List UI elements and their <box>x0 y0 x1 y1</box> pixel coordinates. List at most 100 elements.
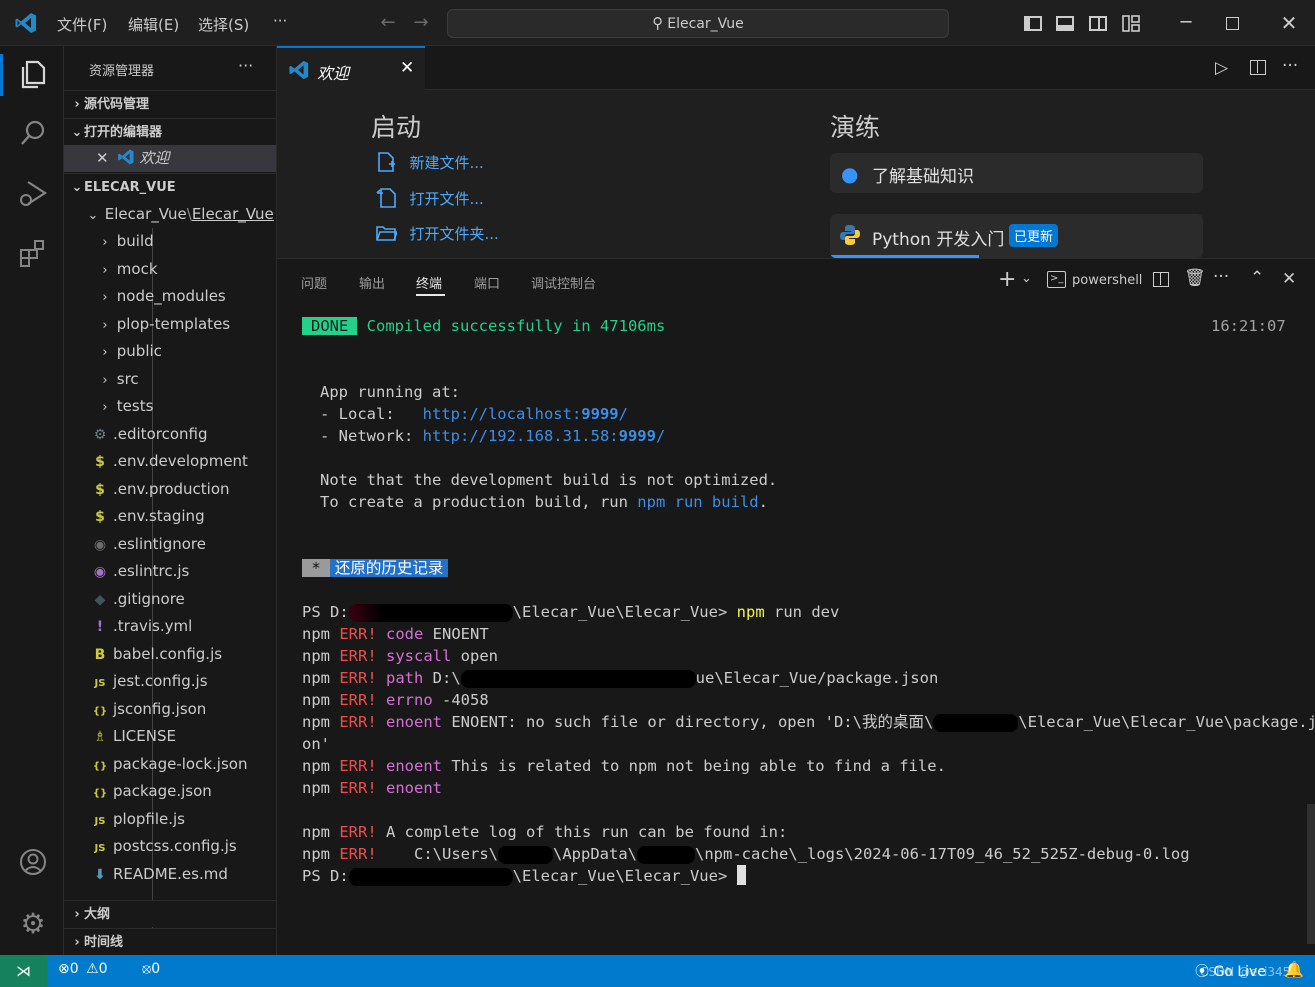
file-license[interactable]: ♗ LICENSE <box>64 723 276 750</box>
new-file-label: 新建文件... <box>409 154 484 172</box>
tab-ports[interactable]: 端口 <box>474 273 500 292</box>
account-icon[interactable] <box>16 847 50 881</box>
customize-layout-icon[interactable] <box>1122 15 1140 32</box>
file-env-production[interactable]: $ .env.production <box>64 476 276 503</box>
err-value-tail: ue\Elecar_Vue/package.json <box>695 669 939 687</box>
chevron-down-icon[interactable]: ⌄ <box>1021 271 1032 286</box>
npm-label: npm <box>302 625 330 643</box>
tab-welcome[interactable]: 欢迎 ✕ <box>277 46 425 90</box>
open-file-link[interactable]: 打开文件... <box>375 187 484 214</box>
sidebar-more-icon[interactable]: ··· <box>238 56 253 75</box>
bell-icon[interactable]: 🔔 <box>1284 960 1304 979</box>
open-folder-link[interactable]: 打开文件夹... <box>375 222 499 249</box>
split-terminal-icon[interactable] <box>1153 272 1169 287</box>
more-actions-icon[interactable]: ··· <box>1213 267 1229 287</box>
extensions-icon[interactable] <box>16 238 50 272</box>
section-project[interactable]: ⌄ ELECAR_VUE <box>64 173 276 200</box>
err-label: ERR! <box>339 625 377 643</box>
ports-indicator[interactable]: ⦻0 <box>142 961 160 977</box>
run-icon[interactable]: ▷ <box>1215 58 1228 78</box>
file-package-json[interactable]: {} package.json <box>64 778 276 805</box>
file-jsconfig-json[interactable]: {} jsconfig.json <box>64 696 276 723</box>
close-icon[interactable]: ✕ <box>96 149 109 167</box>
command-center-search[interactable]: ⚲ Elecar_Vue <box>447 9 949 38</box>
file-eslintignore[interactable]: ◉ .eslintignore <box>64 531 276 558</box>
trash-icon[interactable]: 🗑 <box>1184 268 1206 288</box>
local-port[interactable]: 9999 <box>581 405 618 423</box>
shell-name[interactable]: powershell <box>1072 273 1142 288</box>
network-url[interactable]: http://192.168.31.58: <box>423 427 619 445</box>
redacted-path <box>348 867 513 886</box>
folder-mock[interactable]: › mock <box>64 256 276 283</box>
ps-prefix: PS D: <box>302 867 349 885</box>
close-tab-icon[interactable]: ✕ <box>400 58 414 78</box>
toggle-secondary-sidebar-icon[interactable] <box>1089 16 1107 31</box>
file-env-staging[interactable]: $ .env.staging <box>64 503 276 530</box>
section-source-control[interactable]: › 源代码管理 <box>64 90 276 117</box>
file-label: plopfile.js <box>113 809 185 828</box>
redacted-path <box>460 669 696 688</box>
new-terminal-plus-icon[interactable]: + <box>998 267 1016 292</box>
local-url[interactable]: http://localhost: <box>423 405 582 423</box>
menu-file[interactable]: 文件(F) <box>57 14 107 35</box>
file-label: README.es.md <box>113 864 228 883</box>
chevron-down-icon: ⌄ <box>71 180 83 195</box>
file-eslintrc-js[interactable]: ◉ .eslintrc.js <box>64 558 276 585</box>
forward-arrow-icon[interactable]: → <box>410 12 432 34</box>
folder-src[interactable]: › src <box>64 366 276 393</box>
tab-output[interactable]: 输出 <box>359 273 385 292</box>
folder-build[interactable]: › build <box>64 228 276 255</box>
close-window-icon[interactable]: ✕ <box>1278 12 1300 34</box>
terminal-output[interactable]: DONE Compiled successfully in 47106ms 16… <box>302 311 1315 951</box>
section-label: 时间线 <box>84 935 124 950</box>
file-plopfile-js[interactable]: JS plopfile.js <box>64 806 276 833</box>
file-editorconfig[interactable]: ⚙ .editorconfig <box>64 421 276 448</box>
remote-icon[interactable]: ⋊ <box>0 955 47 987</box>
file-gitignore[interactable]: ◆ .gitignore <box>64 586 276 613</box>
tab-problems[interactable]: 问题 <box>301 273 327 292</box>
terminal-scrollbar[interactable] <box>1307 804 1315 944</box>
file-env-development[interactable]: $ .env.development <box>64 448 276 475</box>
ports-count: 0 <box>151 961 161 977</box>
file-package-lock-json[interactable]: {} package-lock.json <box>64 751 276 778</box>
menu-selection[interactable]: 选择(S) <box>198 14 249 35</box>
folder-plop-templates[interactable]: › plop-templates <box>64 311 276 338</box>
section-timeline[interactable]: › 时间线 <box>64 928 276 955</box>
file-type-icon: ! <box>96 619 104 635</box>
minimize-icon[interactable]: ─ <box>1175 12 1197 34</box>
toggle-panel-icon[interactable] <box>1056 16 1074 31</box>
file-jest-config-js[interactable]: JS jest.config.js <box>64 668 276 695</box>
more-actions-icon[interactable]: ··· <box>1282 56 1298 76</box>
file-travis-yml[interactable]: ! .travis.yml <box>64 613 276 640</box>
section-open-editors[interactable]: ⌄ 打开的编辑器 <box>64 118 276 145</box>
menu-edit[interactable]: 编辑(E) <box>128 14 179 35</box>
folder-tests[interactable]: › tests <box>64 393 276 420</box>
search-icon[interactable] <box>16 118 50 152</box>
err-key: enoent <box>386 757 443 775</box>
split-editor-icon[interactable] <box>1250 60 1266 75</box>
maximize-icon[interactable] <box>1226 17 1239 30</box>
folder-public[interactable]: › public <box>64 338 276 365</box>
menu-more[interactable]: ··· <box>273 12 287 30</box>
problems-indicator[interactable]: ⊗0 ⚠0 <box>58 961 108 977</box>
toggle-primary-sidebar-icon[interactable] <box>1024 16 1042 31</box>
gear-icon[interactable]: ⚙ <box>16 907 50 941</box>
back-arrow-icon[interactable]: ← <box>377 12 399 34</box>
close-panel-icon[interactable]: ✕ <box>1282 269 1296 289</box>
walkthrough-python[interactable]: Python 开发入门 已更新 <box>830 214 1203 258</box>
open-editor-welcome[interactable]: ✕ 欢迎 <box>64 145 276 172</box>
file-postcss-config-js[interactable]: JS postcss.config.js <box>64 833 276 860</box>
walkthrough-basics[interactable]: ● 了解基础知识 <box>830 153 1203 193</box>
folder-elecar-vue[interactable]: ⌄ Elecar_Vue\Elecar_Vue <box>64 201 276 228</box>
network-port[interactable]: 9999 <box>619 427 656 445</box>
section-outline[interactable]: › 大纲 <box>64 900 276 927</box>
run-debug-icon[interactable] <box>16 178 50 212</box>
chevron-up-icon[interactable]: ⌃ <box>1250 268 1264 288</box>
new-file-link[interactable]: 新建文件... <box>375 151 484 178</box>
file-readme-es-md[interactable]: ⬇ README.es.md <box>64 861 276 888</box>
tab-debug-console[interactable]: 调试控制台 <box>531 273 596 292</box>
file-babel-config-js[interactable]: Bbabel.config.js <box>64 641 276 668</box>
folder-node-modules[interactable]: › node_modules <box>64 283 276 310</box>
explorer-icon[interactable] <box>16 58 50 92</box>
tab-terminal[interactable]: 终端 <box>416 273 442 292</box>
